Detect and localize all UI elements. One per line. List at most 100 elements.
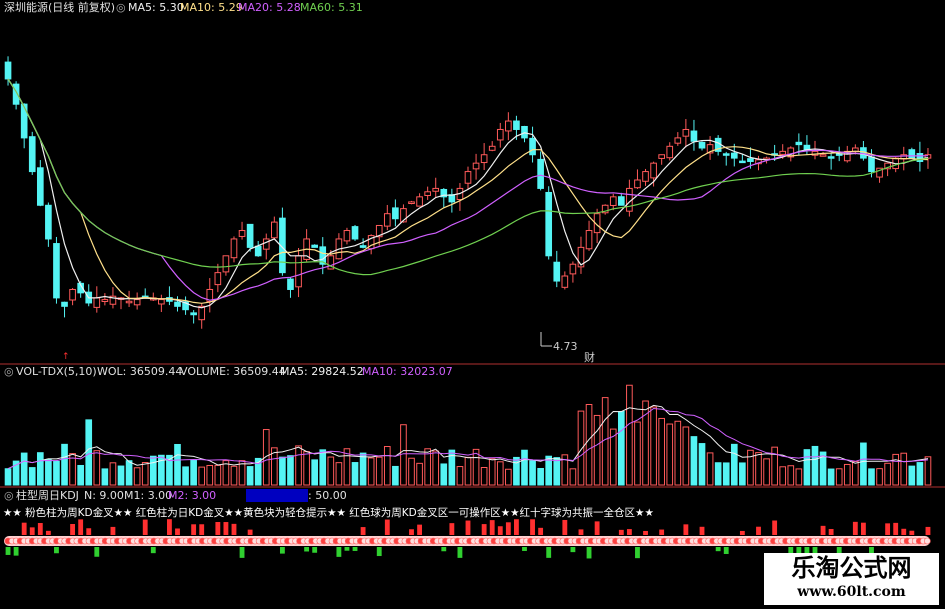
collapse-icon[interactable]: ◎ bbox=[116, 1, 126, 14]
volume-bar bbox=[908, 465, 916, 486]
kdj-red-bar bbox=[772, 520, 778, 535]
kdj-collapse-icon[interactable]: ◎ bbox=[4, 489, 14, 502]
kdj-red-bar bbox=[21, 522, 27, 535]
volume-bar bbox=[795, 468, 803, 486]
kdj-red-bar bbox=[594, 521, 600, 535]
volume-bar bbox=[464, 456, 472, 486]
candle-body bbox=[513, 120, 520, 130]
candle-body bbox=[383, 213, 391, 227]
volume-bar bbox=[892, 453, 900, 486]
kdj-red-bar bbox=[893, 522, 899, 535]
volume-bar bbox=[852, 461, 859, 486]
kdj-red-bar bbox=[215, 521, 221, 535]
candle-body bbox=[569, 263, 577, 275]
kdj-red-bar bbox=[223, 522, 229, 535]
kdj-red-bar bbox=[29, 527, 35, 535]
volume-bar bbox=[440, 463, 448, 486]
kdj-red-bar bbox=[505, 522, 511, 535]
volume-bar bbox=[876, 468, 883, 486]
kdj-m2: M2: 3.00 bbox=[168, 489, 216, 502]
watermark-title: 乐淘公式网 bbox=[791, 553, 912, 582]
volume-bar bbox=[141, 462, 149, 486]
volume-bar bbox=[634, 421, 641, 486]
candle-body bbox=[698, 141, 706, 149]
kdj-red-bar bbox=[497, 526, 503, 535]
volume-bar bbox=[690, 436, 698, 486]
volume-bar bbox=[408, 457, 415, 486]
volume-bar bbox=[327, 456, 335, 486]
volume-bars bbox=[4, 384, 932, 486]
candle-body bbox=[61, 301, 68, 307]
kdj-red-bar bbox=[852, 521, 858, 535]
kdj-red-bar bbox=[513, 519, 519, 535]
volume-bar bbox=[787, 465, 795, 486]
volume-bar bbox=[367, 457, 375, 486]
price-candles bbox=[4, 56, 932, 329]
cai-marker: 财 bbox=[584, 350, 595, 364]
volume-bar bbox=[521, 449, 528, 486]
volume-bar bbox=[93, 450, 101, 486]
candle-body bbox=[416, 196, 423, 207]
volume-bar bbox=[658, 417, 665, 486]
volume-bar bbox=[117, 465, 125, 486]
red-tag-marker: ↑ bbox=[62, 352, 70, 362]
kdj-green-bar bbox=[94, 547, 100, 557]
candle-body bbox=[827, 156, 835, 159]
volume-bar bbox=[28, 467, 36, 486]
candle-body bbox=[472, 162, 480, 170]
kdj-green-bar bbox=[546, 547, 552, 558]
kdj-green-bar bbox=[570, 547, 576, 553]
kdj-green-bar bbox=[723, 547, 729, 554]
ma10-readout: MA10: 5.29 bbox=[180, 1, 243, 14]
candle-body bbox=[36, 167, 44, 206]
volume-bar bbox=[666, 423, 674, 486]
volume-bar bbox=[884, 462, 891, 486]
candle-body bbox=[730, 152, 738, 159]
candle-body bbox=[238, 230, 246, 237]
volume-bar bbox=[182, 466, 189, 486]
volume-bar bbox=[109, 462, 117, 486]
candle-body bbox=[795, 141, 803, 146]
volume-bar bbox=[456, 466, 464, 486]
candle-body bbox=[246, 223, 254, 248]
volume-wol: WOL: 36509.44 bbox=[97, 365, 182, 378]
kdj-red-bar bbox=[481, 524, 487, 535]
volume-bar bbox=[714, 462, 722, 486]
volume-bar bbox=[77, 464, 84, 486]
candle-body bbox=[254, 245, 262, 257]
candle-body bbox=[674, 137, 682, 144]
volume-bar bbox=[924, 456, 932, 486]
candle-body bbox=[190, 312, 197, 316]
volume-bar bbox=[722, 462, 730, 486]
kdj-highlight-box bbox=[246, 489, 308, 502]
volume-bar bbox=[319, 449, 327, 486]
kdj-red-bar bbox=[820, 525, 826, 535]
stock-chart: 深圳能源(日线 前复权) ◎ MA5: 5.30 MA10: 5.29 MA20… bbox=[0, 0, 945, 560]
candle-body bbox=[69, 288, 76, 301]
ma5-readout: MA5: 5.30 bbox=[128, 1, 184, 14]
kdj-red-bar bbox=[45, 530, 51, 535]
kdj-green-bar bbox=[312, 547, 318, 553]
kdj-green-bar bbox=[344, 547, 350, 551]
candle-body bbox=[739, 160, 746, 164]
kdj-red-bar bbox=[384, 519, 390, 535]
kdj-green-bar bbox=[441, 547, 447, 552]
candle-body bbox=[287, 278, 294, 290]
kdj-ball-row bbox=[4, 536, 931, 546]
volume-bar bbox=[496, 461, 504, 486]
candle-body bbox=[690, 130, 698, 142]
candle-body bbox=[432, 187, 440, 192]
volume-bar bbox=[513, 456, 520, 486]
kdj-red-bar bbox=[409, 529, 414, 535]
volume-bar bbox=[101, 468, 109, 486]
kdj-red-bar bbox=[538, 527, 544, 535]
volume-bar bbox=[190, 459, 197, 486]
volume-bar bbox=[650, 406, 657, 486]
volume-collapse-icon[interactable]: ◎ bbox=[4, 365, 14, 378]
candle-body bbox=[537, 158, 544, 189]
candle-body bbox=[585, 230, 593, 250]
candle-body bbox=[496, 128, 504, 141]
volume-bar bbox=[900, 452, 908, 486]
candle-body bbox=[214, 272, 222, 286]
volume-ma5: MA5: 29824.52 bbox=[280, 365, 364, 378]
